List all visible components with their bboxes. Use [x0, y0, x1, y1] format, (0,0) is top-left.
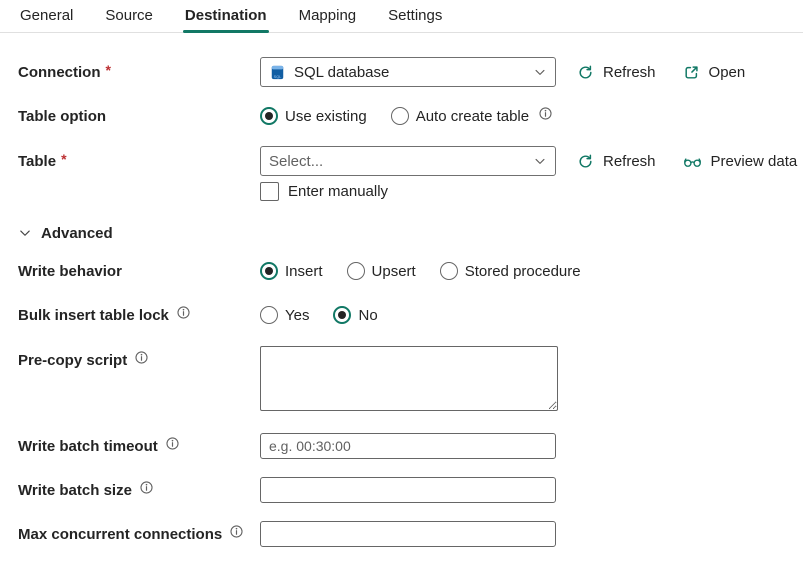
write-batch-timeout-label: Write batch timeout: [18, 437, 158, 455]
tab-general[interactable]: General: [18, 5, 75, 32]
info-icon[interactable]: [230, 524, 243, 538]
write-batch-timeout-input[interactable]: [260, 433, 556, 459]
table-option-radio-group: Use existing Auto create table: [260, 106, 552, 125]
radio-label: Auto create table: [415, 107, 530, 125]
refresh-connection-button[interactable]: Refresh: [577, 64, 656, 81]
enter-manually-label: Enter manually: [288, 182, 389, 200]
refresh-label: Refresh: [603, 63, 656, 81]
table-placeholder: Select...: [269, 152, 324, 170]
radio-label: No: [358, 306, 378, 324]
refresh-table-button[interactable]: Refresh: [577, 153, 656, 170]
glasses-icon: [683, 153, 702, 170]
bulk-insert-table-lock-label: Bulk insert table lock: [18, 306, 169, 324]
sql-database-icon: SQL: [269, 64, 286, 81]
table-option-label: Table option: [18, 107, 107, 125]
refresh-label: Refresh: [603, 152, 656, 170]
pre-copy-script-textarea[interactable]: [260, 346, 558, 411]
write-batch-size-label: Write batch size: [18, 481, 132, 499]
write-batch-timeout-row: Write batch timeout: [18, 433, 803, 459]
table-option-row: Table option Use existing Auto create ta…: [18, 105, 803, 127]
open-label: Open: [708, 63, 746, 81]
destination-panel: Connection * SQL SQL database Refresh Op…: [0, 33, 803, 547]
tab-bar: General Source Destination Mapping Setti…: [0, 0, 803, 33]
advanced-label: Advanced: [41, 224, 113, 242]
pre-copy-script-label: Pre-copy script: [18, 352, 128, 369]
radio-stored-procedure[interactable]: Stored procedure: [439, 262, 581, 280]
info-icon[interactable]: [135, 351, 148, 364]
connection-label: Connection: [18, 63, 101, 81]
write-batch-size-input[interactable]: [260, 477, 556, 503]
tab-destination[interactable]: Destination: [182, 5, 269, 33]
open-external-icon: [683, 64, 700, 81]
preview-data-label: Preview data: [710, 152, 798, 170]
chevron-down-icon: [533, 154, 547, 168]
bulk-insert-table-lock-row: Bulk insert table lock Yes No: [18, 304, 803, 326]
info-icon[interactable]: [166, 436, 179, 450]
tab-mapping[interactable]: Mapping: [297, 5, 359, 32]
radio-no[interactable]: No: [333, 306, 378, 324]
max-concurrent-connections-label: Max concurrent connections: [18, 525, 223, 543]
connection-dropdown[interactable]: SQL SQL database: [260, 57, 556, 87]
radio-label: Upsert: [371, 262, 416, 280]
radio-circle: [346, 262, 365, 280]
advanced-section-toggle[interactable]: Advanced: [18, 223, 803, 243]
radio-label: Insert: [285, 262, 323, 280]
tab-source[interactable]: Source: [103, 5, 155, 32]
open-connection-button[interactable]: Open: [683, 63, 746, 81]
connection-value: SQL database: [294, 63, 390, 81]
write-behavior-row: Write behavior Insert Upsert Stored proc…: [18, 260, 803, 282]
radio-auto-create-table[interactable]: Auto create table: [390, 106, 552, 125]
chevron-down-icon: [18, 226, 32, 240]
radio-circle: [260, 262, 278, 280]
write-behavior-label: Write behavior: [18, 262, 122, 280]
preview-data-button[interactable]: Preview data: [683, 152, 798, 170]
enter-manually-checkbox[interactable]: [260, 181, 279, 201]
svg-text:SQL: SQL: [274, 74, 282, 78]
table-row: Table * Select... Refresh Preview data: [18, 146, 803, 176]
radio-insert[interactable]: Insert: [260, 262, 323, 280]
required-mark: *: [105, 62, 111, 78]
refresh-icon: [577, 64, 594, 81]
radio-circle: [439, 262, 458, 280]
info-icon[interactable]: [177, 305, 190, 319]
radio-label: Stored procedure: [464, 262, 581, 280]
pre-copy-script-row: Pre-copy script: [18, 346, 803, 411]
radio-label: Use existing: [285, 107, 367, 125]
radio-circle: [260, 306, 278, 324]
chevron-down-icon: [533, 65, 547, 79]
radio-yes[interactable]: Yes: [260, 306, 309, 324]
radio-upsert[interactable]: Upsert: [346, 262, 416, 280]
write-batch-size-row: Write batch size: [18, 477, 803, 503]
write-behavior-radio-group: Insert Upsert Stored procedure: [260, 262, 581, 280]
enter-manually-row: Enter manually: [260, 181, 803, 201]
radio-circle: [333, 306, 352, 324]
radio-circle: [390, 107, 409, 125]
info-icon[interactable]: [140, 480, 153, 494]
bulk-insert-radio-group: Yes No: [260, 306, 378, 324]
radio-circle: [260, 107, 278, 125]
radio-use-existing[interactable]: Use existing: [260, 107, 367, 125]
connection-row: Connection * SQL SQL database Refresh Op…: [18, 57, 803, 87]
radio-label: Yes: [285, 306, 310, 324]
info-icon[interactable]: [539, 106, 552, 120]
table-dropdown[interactable]: Select...: [260, 146, 556, 176]
required-mark: *: [61, 151, 67, 167]
tab-settings[interactable]: Settings: [386, 5, 444, 32]
max-concurrent-connections-input[interactable]: [260, 521, 556, 547]
refresh-icon: [577, 153, 594, 170]
max-concurrent-connections-row: Max concurrent connections: [18, 521, 803, 547]
table-label: Table: [18, 152, 57, 170]
